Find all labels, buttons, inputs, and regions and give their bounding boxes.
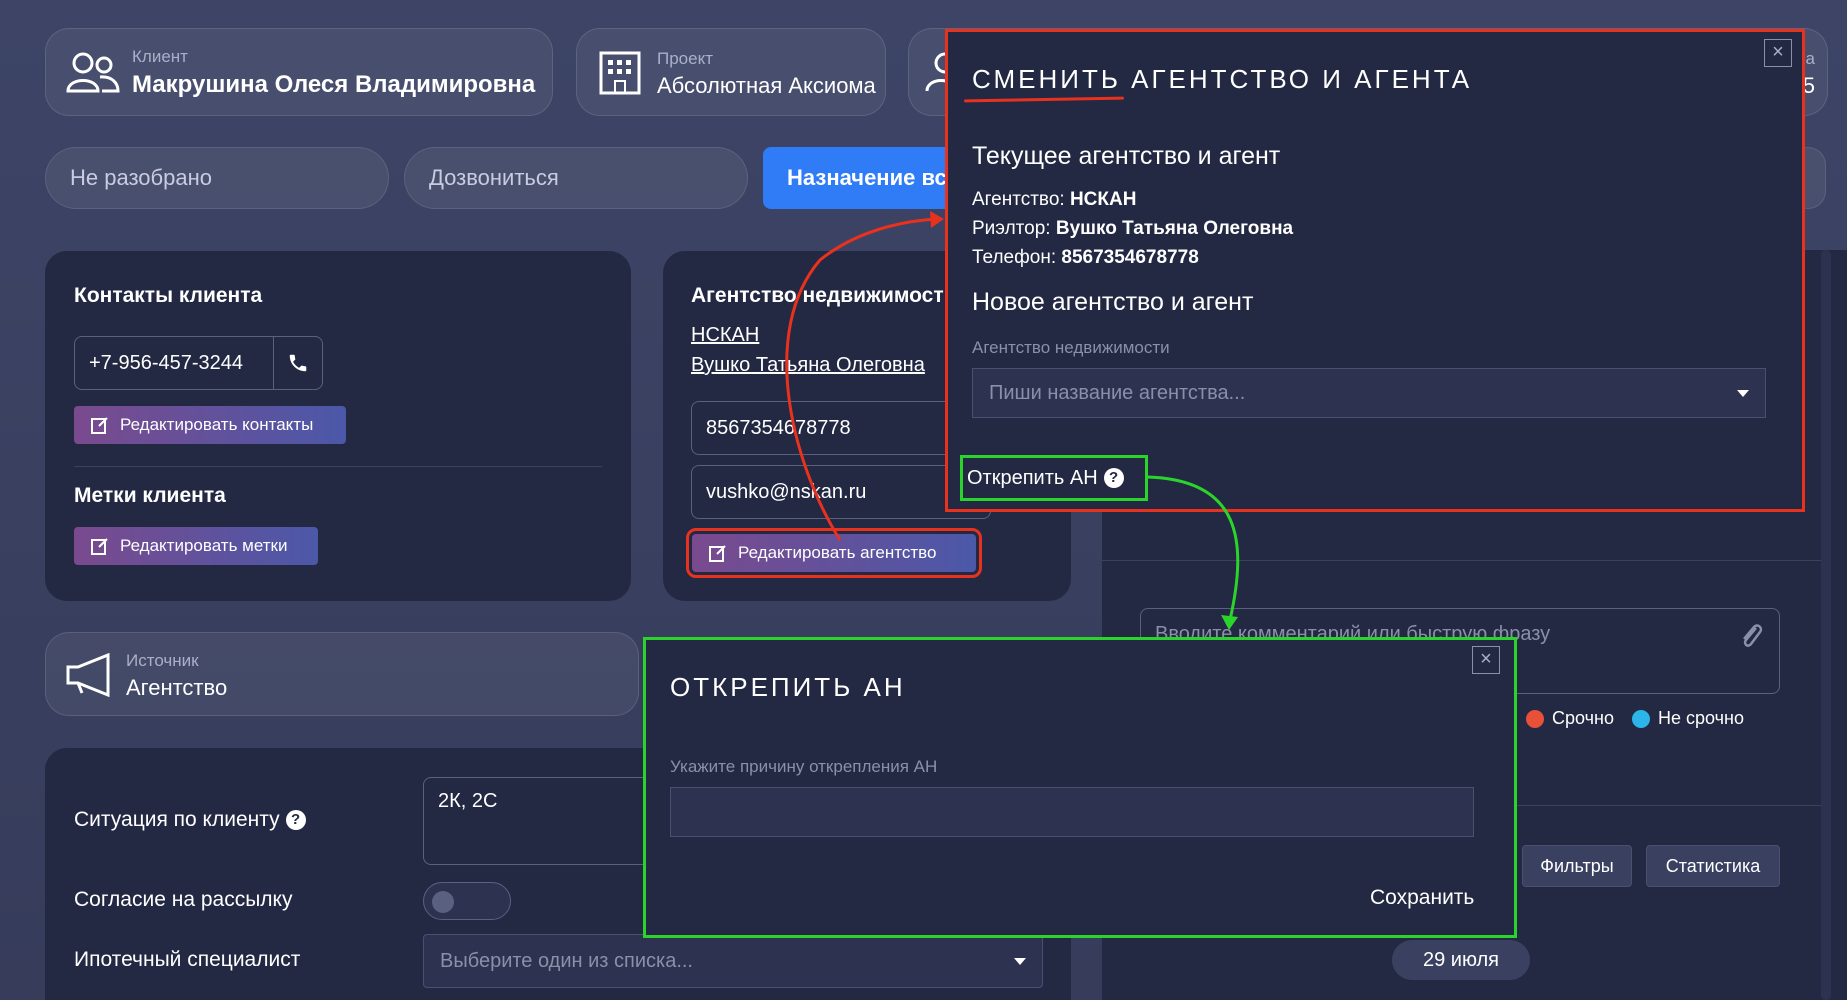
red-arrow bbox=[785, 217, 941, 541]
red-arrowhead bbox=[930, 211, 944, 228]
annotation-arrows bbox=[785, 211, 1240, 630]
green-arrowhead bbox=[1221, 615, 1238, 630]
green-arrow bbox=[1147, 475, 1240, 621]
